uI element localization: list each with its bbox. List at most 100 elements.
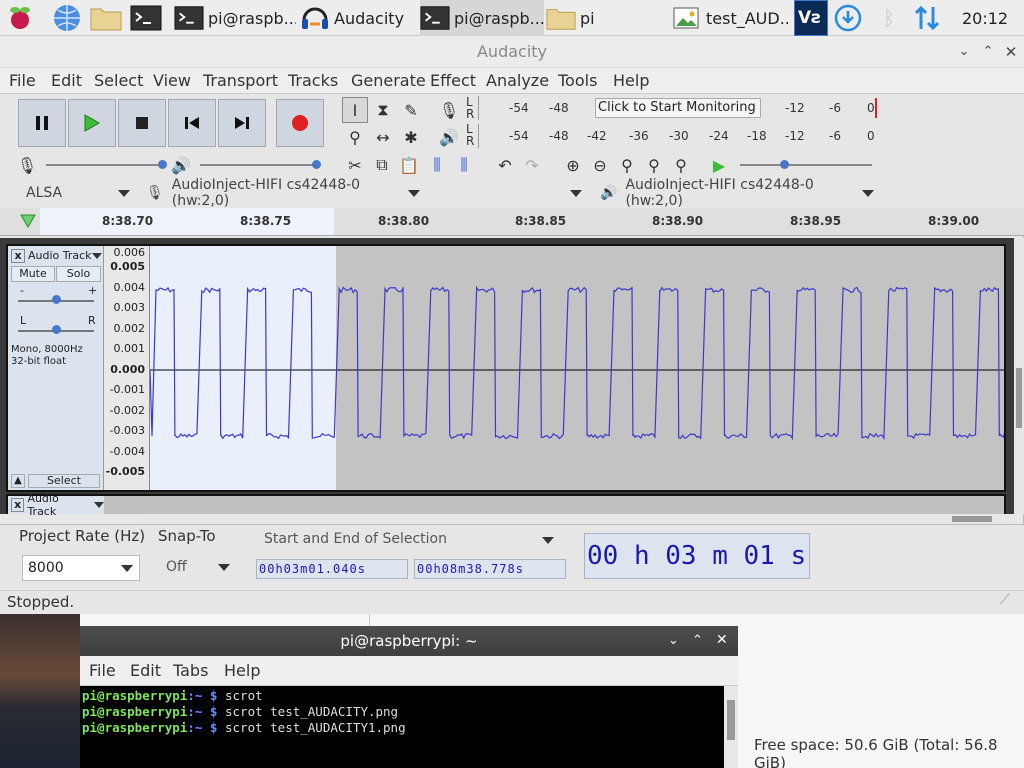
minimize-icon[interactable]: ⌄ (668, 633, 679, 648)
close-icon[interactable]: ✕ (1003, 44, 1019, 60)
updater-download-icon[interactable] (834, 0, 866, 36)
menu-view[interactable]: View (153, 71, 191, 90)
selection-start-time[interactable]: 00h03m01.040s (256, 559, 408, 579)
menu-generate[interactable]: Generate (351, 71, 426, 90)
selection-tool-icon[interactable]: I (342, 97, 368, 123)
zoom-toggle-icon[interactable]: ⚲ (668, 152, 694, 178)
redo-icon[interactable]: ↷ (519, 152, 545, 178)
play-at-speed-slider[interactable] (740, 164, 872, 166)
raspberry-menu-icon[interactable] (6, 0, 38, 36)
terminal-menu-help[interactable]: Help (224, 661, 260, 680)
menu-tracks[interactable]: Tracks (288, 71, 338, 90)
minimize-icon[interactable]: ⌄ (956, 44, 972, 60)
fit-project-icon[interactable]: ⚲ (641, 152, 667, 178)
solo-button[interactable]: Solo (56, 266, 101, 282)
paste-icon[interactable]: 📋 (396, 152, 422, 178)
menu-file[interactable]: File (9, 71, 36, 90)
zoom-tool-icon[interactable]: ⚲ (342, 124, 368, 150)
bluetooth-icon[interactable]: ᛒ (876, 0, 902, 36)
project-rate-select[interactable]: 8000 (22, 555, 140, 581)
track-format-info: Mono, 8000Hz (11, 344, 83, 355)
playback-meter-speaker-icon[interactable]: 🔊 (436, 124, 462, 150)
select-track-button[interactable]: Select (28, 474, 100, 488)
waveform[interactable] (150, 246, 1004, 490)
cut-icon[interactable]: ✂ (342, 152, 368, 178)
ruler-label: 8:38.75 (240, 214, 292, 228)
menu-transport[interactable]: Transport (203, 71, 278, 90)
taskbar-item-terminal-1[interactable]: pi@raspb... (174, 0, 296, 36)
record-meter[interactable]: -54 -48 -12 -6 0 Click to Start Monitori… (478, 96, 878, 120)
track-close-button[interactable]: x (11, 249, 25, 263)
zoom-out-icon[interactable]: ⊖ (587, 152, 613, 178)
mute-button[interactable]: Mute (11, 266, 55, 282)
undo-icon[interactable]: ↶ (492, 152, 518, 178)
playback-volume-slider[interactable] (200, 164, 316, 166)
menu-select[interactable]: Select (94, 71, 143, 90)
terminal-menu-file[interactable]: File (89, 661, 116, 680)
playback-meter[interactable]: -54 -48 -42 -36 -30 -24 -18 -12 -6 0 (478, 124, 878, 148)
recording-channels-select[interactable] (570, 182, 590, 204)
maximize-icon[interactable]: ⌃ (692, 633, 703, 648)
close-icon[interactable]: ✕ (716, 632, 728, 648)
selection-mode-select[interactable]: Start and End of Selection (258, 529, 562, 553)
play-button[interactable] (68, 99, 116, 147)
menu-edit[interactable]: Edit (51, 71, 82, 90)
horizontal-scrollbar[interactable] (140, 514, 1010, 524)
audio-host-select[interactable]: ALSA (20, 182, 136, 204)
maximize-icon[interactable]: ⌃ (980, 44, 996, 60)
menu-effect[interactable]: Effect (430, 71, 476, 90)
trim-audio-icon[interactable]: ⫼ (424, 152, 450, 178)
pin-play-head-icon[interactable] (20, 214, 36, 232)
record-button[interactable] (276, 99, 324, 147)
record-meter-mic-icon[interactable]: 🎙 (436, 97, 462, 123)
collapse-track-icon[interactable]: ▲ (11, 474, 25, 488)
track-name-menu[interactable]: Audio Track (28, 248, 102, 264)
vnc-icon[interactable]: Vƨ (794, 0, 828, 36)
terminal-menu-tabs[interactable]: Tabs (173, 661, 208, 680)
recording-device-select[interactable]: 🎙 AudioInject-HIFI cs42448-0 (hw:2,0) (146, 177, 420, 209)
menu-analyze[interactable]: Analyze (486, 71, 549, 90)
vertical-scrollbar[interactable] (1014, 238, 1024, 514)
skip-end-button[interactable] (218, 99, 266, 147)
timeshift-tool-icon[interactable]: ↔ (370, 124, 396, 150)
terminal-launcher-icon[interactable] (130, 0, 166, 36)
audio-track[interactable]: x Audio Track Mute Solo - + L R Mono, 80… (6, 244, 1006, 492)
terminal-output[interactable]: pi@raspberrypi:~ $ scrot pi@raspberrypi:… (80, 686, 724, 768)
copy-icon[interactable]: ⧉ (369, 152, 395, 178)
envelope-tool-icon[interactable]: ⧗ (370, 97, 396, 123)
track-close-button[interactable]: x (11, 498, 25, 512)
ruler-label: 8:38.85 (515, 214, 567, 228)
menu-tools[interactable]: Tools (558, 71, 597, 90)
pause-button[interactable] (18, 99, 66, 147)
menu-help[interactable]: Help (613, 71, 649, 90)
taskbar-item-audacity[interactable]: Audacity (300, 0, 412, 36)
selection-end-time[interactable]: 00h08m38.778s (414, 559, 566, 579)
timeline-ruler[interactable]: 8:38.70 8:38.75 8:38.80 8:38.85 8:38.90 … (0, 208, 1024, 236)
taskbar-item-folder[interactable]: pi (546, 0, 666, 36)
zoom-in-icon[interactable]: ⊕ (560, 152, 586, 178)
resize-grip-icon[interactable]: ⟋ (1000, 592, 1010, 608)
play-at-speed-icon[interactable]: ▶ (706, 152, 732, 178)
amplitude-ruler[interactable]: 0.006 0.005 0.004 0.003 0.002 0.001 0.00… (104, 246, 150, 490)
skip-start-button[interactable] (168, 99, 216, 147)
stop-button[interactable] (118, 99, 166, 147)
taskbar-item-terminal-2[interactable]: pi@raspb... (420, 0, 544, 36)
meter-tick: -12 (785, 101, 805, 115)
terminal-scrollbar[interactable] (724, 686, 738, 768)
multi-tool-icon[interactable]: ✱ (398, 124, 424, 150)
silence-audio-icon[interactable]: ⫼ (451, 152, 477, 178)
network-updown-icon[interactable] (912, 0, 948, 36)
start-monitoring-button[interactable]: Click to Start Monitoring (595, 98, 761, 118)
audio-position-time[interactable]: 00 h 03 m 01 s (584, 533, 810, 579)
taskbar-item-image-viewer[interactable]: test_AUD... (672, 0, 788, 36)
recording-volume-slider[interactable] (46, 164, 162, 166)
fit-selection-icon[interactable]: ⚲ (614, 152, 640, 178)
terminal-menu-edit[interactable]: Edit (130, 661, 161, 680)
snap-to-select[interactable]: Off (158, 555, 236, 581)
playback-device-select[interactable]: 🔊 AudioInject-HIFI cs42448-0 (hw:2,0) (600, 177, 874, 209)
audio-track-2[interactable]: x Audio Track (6, 492, 1006, 518)
draw-tool-icon[interactable]: ✎ (398, 97, 424, 123)
browser-icon[interactable] (52, 0, 86, 36)
clock[interactable]: 20:12 (962, 0, 1018, 36)
file-manager-icon[interactable] (90, 0, 126, 36)
